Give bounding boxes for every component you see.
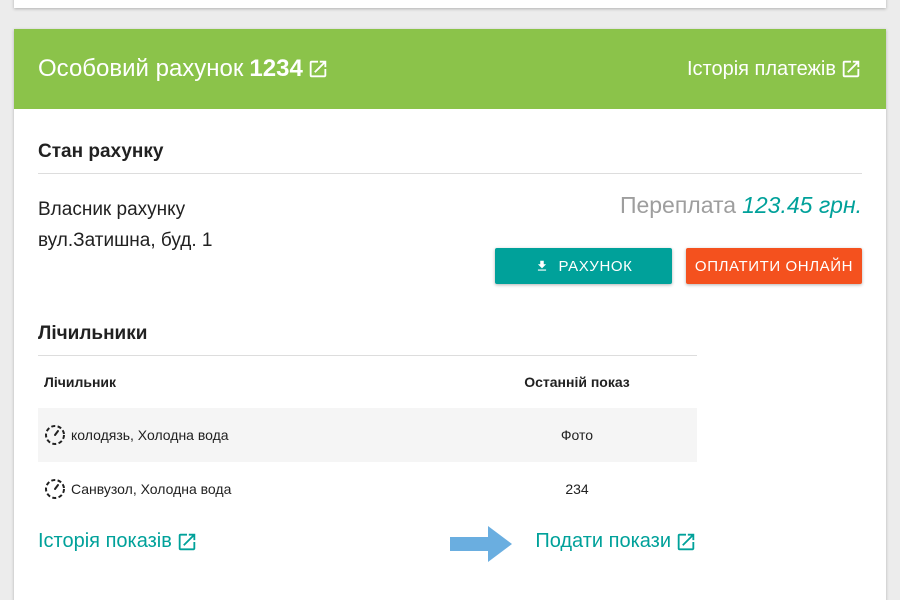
col-meter-header: Лічильник <box>44 374 117 390</box>
col-last-header: Останній показ <box>524 374 630 390</box>
payments-history-label: Історія платежів <box>686 57 836 80</box>
account-title: Особовий рахунок 1234 <box>38 55 329 83</box>
account-header: Особовий рахунок 1234 Історія платежів <box>14 29 886 109</box>
download-icon <box>535 259 559 273</box>
meters-title: Лічильники <box>38 304 697 356</box>
account-number: 1234 <box>249 55 303 82</box>
account-title-prefix: Особовий рахунок <box>38 55 244 82</box>
external-link-icon[interactable] <box>307 58 329 80</box>
table-row[interactable]: Санвузол, Холодна вода 234 <box>38 462 697 516</box>
download-invoice-button[interactable]: Рахунок <box>495 248 672 284</box>
pay-online-label: Оплатити онлайн <box>694 257 854 275</box>
meter-name: Санвузол, Холодна вода <box>71 481 232 497</box>
external-link-icon <box>675 531 697 553</box>
meters-table: Лічильник Останній показ колодязь, Холод… <box>38 356 697 516</box>
external-link-icon <box>840 58 862 80</box>
readings-history-label: Історія показів <box>38 530 172 552</box>
arrow-right-icon <box>450 526 512 567</box>
gauge-icon <box>44 478 66 500</box>
meter-last-reading: 234 <box>565 481 589 497</box>
owner-info: Власник рахунку вул.Затишна, буд. 1 <box>38 194 212 256</box>
download-invoice-label: Рахунок <box>558 257 633 275</box>
external-link-icon <box>176 531 198 553</box>
readings-history-link[interactable]: Історія показів <box>38 530 198 553</box>
meter-name-cell: колодязь, Холодна вода <box>38 408 457 462</box>
owner-label: Власник рахунку <box>38 199 186 220</box>
meters-footer: Історія показів Подати покази <box>38 516 697 572</box>
meter-name: колодязь, Холодна вода <box>71 427 229 443</box>
submit-readings-link[interactable]: Подати покази <box>535 530 697 553</box>
meter-last-reading: Фото <box>457 408 697 462</box>
owner-address: вул.Затишна, буд. 1 <box>38 230 213 251</box>
payments-history-link[interactable]: Історія платежів <box>687 58 862 81</box>
meters-section: Лічильники Лічильник Останній показ коло… <box>38 304 697 572</box>
account-card: Особовий рахунок 1234 Історія платежів С… <box>14 29 886 600</box>
gauge-icon <box>44 424 66 446</box>
meter-name-cell: Санвузол, Холодна вода <box>38 462 457 516</box>
card-body: Стан рахунку Власник рахунку вул.Затишна… <box>14 109 886 572</box>
balance: Переплата 123.45 грн. <box>620 192 862 219</box>
balance-amount: 123.45 грн. <box>742 192 862 218</box>
account-state-title: Стан рахунку <box>38 109 862 174</box>
table-row[interactable]: колодязь, Холодна вода Фото <box>38 408 697 462</box>
previous-card <box>14 0 886 8</box>
meters-table-header: Лічильник Останній показ <box>38 356 697 408</box>
balance-label: Переплата <box>619 192 737 218</box>
account-state: Власник рахунку вул.Затишна, буд. 1 Пере… <box>38 174 862 304</box>
pay-online-button[interactable]: Оплатити онлайн <box>686 248 862 284</box>
submit-readings-label: Подати покази <box>535 530 671 552</box>
